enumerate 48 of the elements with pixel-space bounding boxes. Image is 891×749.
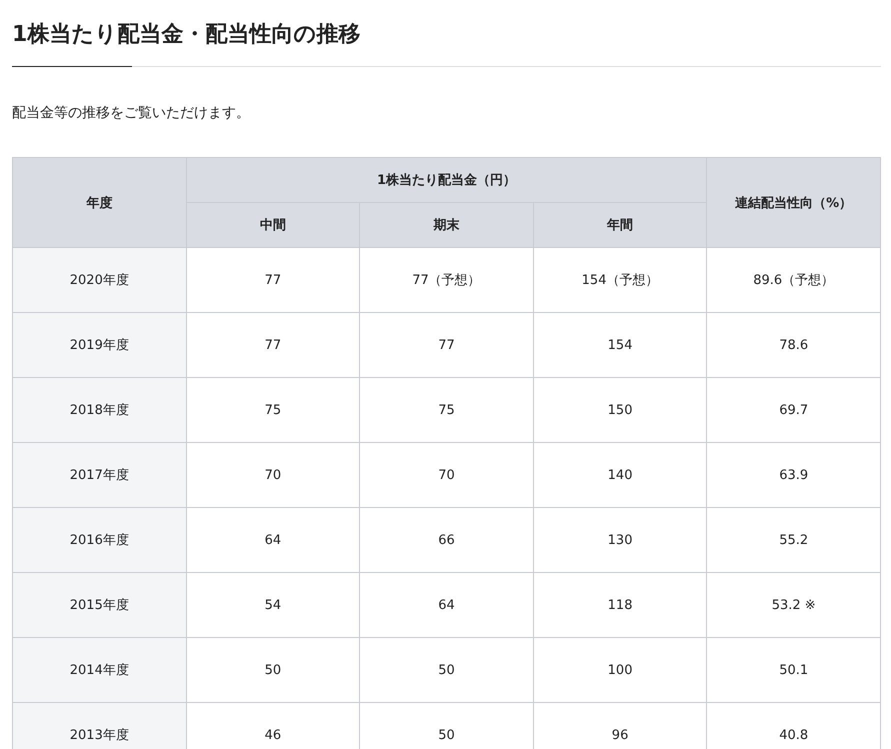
table-cell: 46 bbox=[186, 702, 360, 749]
table-cell: 66 bbox=[360, 508, 534, 572]
table-cell: 40.8 bbox=[706, 702, 880, 749]
year-cell: 2019年度 bbox=[12, 312, 186, 378]
table-cell: 75 bbox=[186, 378, 360, 442]
year-cell: 2020年度 bbox=[12, 248, 186, 312]
table-cell: 154 bbox=[533, 312, 707, 378]
header-cell: 年度 bbox=[12, 158, 186, 248]
table-cell: 150 bbox=[533, 378, 707, 442]
table-cell: 78.6 bbox=[706, 312, 880, 378]
header-cell: 連結配当性向（%） bbox=[706, 158, 880, 248]
table-cell: 50 bbox=[186, 638, 360, 702]
table-cell: 54 bbox=[186, 572, 360, 638]
header-cell: 1株当たり配当金（円） bbox=[186, 158, 707, 202]
table-cell: 77（予想） bbox=[360, 248, 534, 312]
year-cell: 2016年度 bbox=[12, 508, 186, 572]
table-cell: 53.2 ※ bbox=[706, 572, 880, 638]
year-cell: 2015年度 bbox=[12, 572, 186, 638]
table-cell: 50 bbox=[360, 638, 534, 702]
table-cell: 100 bbox=[533, 638, 707, 702]
table-cell: 69.7 bbox=[706, 378, 880, 442]
table-cell: 63.9 bbox=[706, 442, 880, 508]
table-cell: 89.6（予想） bbox=[706, 248, 880, 312]
year-cell: 2017年度 bbox=[12, 442, 186, 508]
table-cell: 77 bbox=[186, 312, 360, 378]
header-cell: 年間 bbox=[533, 202, 707, 248]
table-cell: 64 bbox=[360, 572, 534, 638]
table-cell: 50.1 bbox=[706, 638, 880, 702]
table-cell: 75 bbox=[360, 378, 534, 442]
year-cell: 2014年度 bbox=[12, 638, 186, 702]
table-cell: 140 bbox=[533, 442, 707, 508]
table-cell: 50 bbox=[360, 702, 534, 749]
header-cell: 中間 bbox=[186, 202, 360, 248]
table-cell: 55.2 bbox=[706, 508, 880, 572]
table-cell: 96 bbox=[533, 702, 707, 749]
year-cell: 2018年度 bbox=[12, 378, 186, 442]
table-cell: 70 bbox=[186, 442, 360, 508]
table-cell: 64 bbox=[186, 508, 360, 572]
table-cell: 77 bbox=[360, 312, 534, 378]
table-cell: 77 bbox=[186, 248, 360, 312]
table-cell: 70 bbox=[360, 442, 534, 508]
table-cell: 154（予想） bbox=[533, 248, 707, 312]
intro-text: 配当金等の推移をご覧いただけます。 bbox=[12, 104, 251, 123]
year-cell: 2013年度 bbox=[12, 702, 186, 749]
table-cell: 130 bbox=[533, 508, 707, 572]
header-cell: 期末 bbox=[360, 202, 534, 248]
page-title: 1株当たり配当金・配当性向の推移 bbox=[12, 21, 362, 49]
table-cell: 118 bbox=[533, 572, 707, 638]
